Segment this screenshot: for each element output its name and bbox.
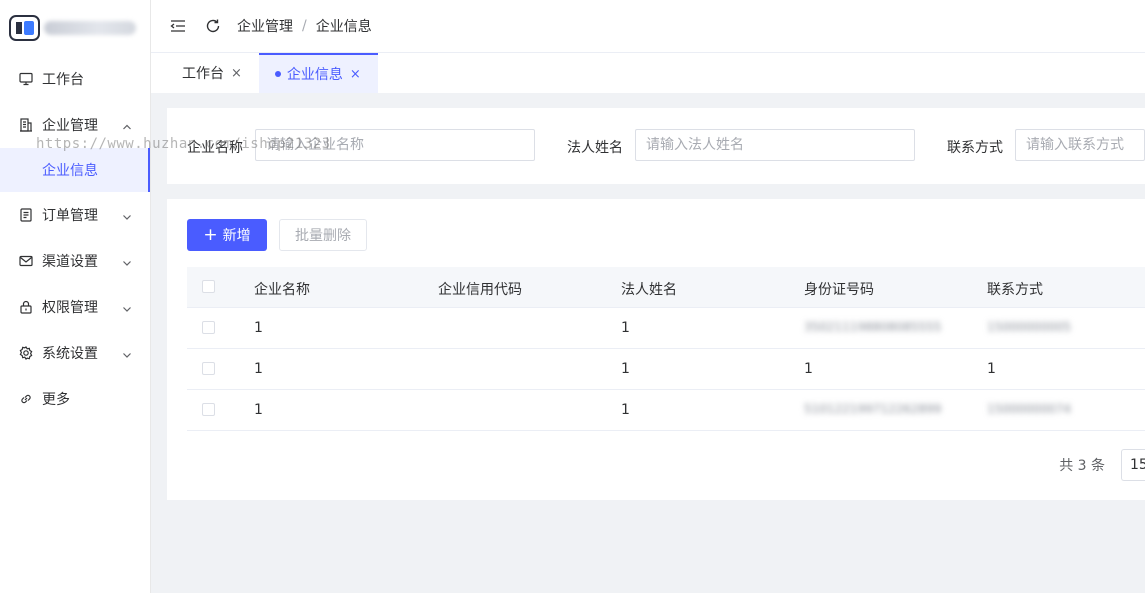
- tab-label: 企业信息: [286, 67, 343, 83]
- contact-input[interactable]: [1015, 129, 1145, 161]
- sidebar-item-system-settings[interactable]: 系统设置: [0, 330, 150, 376]
- refresh-icon[interactable]: [203, 16, 223, 36]
- chevron-down-icon: [122, 210, 132, 220]
- cell-id-number: 350211198808085555: [804, 320, 942, 334]
- breadcrumb: 企业管理 / 企业信息: [237, 16, 372, 36]
- column-header: 身份证号码: [804, 282, 874, 298]
- top-header: 企业管理 / 企业信息: [151, 0, 1145, 53]
- cell-id-number: 510122199712262899: [804, 402, 942, 416]
- chevron-up-icon: [122, 120, 132, 130]
- app-name-blurred: [44, 21, 136, 35]
- sidebar-item-label: 订单管理: [42, 208, 98, 224]
- tab-bar: 工作台 × 企业信息 ×: [151, 53, 1145, 93]
- table-card: + 新增 批量删除 企业名称 企业信用代码 法人姓名 身份证号码 联系方式 1 …: [167, 199, 1145, 500]
- cell-contact: 15000000074: [987, 402, 1071, 416]
- cell-legal-person: 1: [621, 320, 630, 336]
- cell-company-name: 1: [254, 361, 263, 377]
- column-header: 企业名称: [254, 282, 310, 298]
- close-icon[interactable]: ×: [350, 67, 361, 82]
- add-button[interactable]: + 新增: [187, 219, 267, 251]
- company-name-input[interactable]: [255, 129, 535, 161]
- pagination: 共 3 条 15: [1059, 449, 1145, 481]
- table-row: 1 1 350211198808085555 15000000005: [187, 308, 1145, 349]
- cell-contact: 15000000005: [987, 320, 1071, 334]
- table-row: 1 1 510122199712262899 15000000074: [187, 390, 1145, 431]
- select-all-checkbox[interactable]: [202, 280, 215, 293]
- sidebar-item-enterprise-info[interactable]: 企业信息: [0, 148, 150, 192]
- logo[interactable]: [0, 0, 150, 56]
- row-checkbox[interactable]: [202, 362, 215, 375]
- sidebar-item-orders[interactable]: 订单管理: [0, 192, 150, 238]
- document-icon: [18, 207, 34, 223]
- logo-icon: [9, 15, 40, 41]
- sidebar-item-workbench[interactable]: 工作台: [0, 56, 150, 102]
- sidebar-item-label: 权限管理: [42, 300, 98, 316]
- breadcrumb-item[interactable]: 企业管理: [237, 16, 293, 36]
- enterprise-table: 企业名称 企业信用代码 法人姓名 身份证号码 联系方式 1 1 35021119…: [187, 267, 1145, 431]
- monitor-icon: [18, 71, 34, 87]
- gear-icon: [18, 345, 34, 361]
- pagination-total: 共 3 条: [1059, 458, 1105, 474]
- add-button-label: 新增: [222, 228, 251, 244]
- contact-label: 联系方式: [947, 140, 1003, 156]
- column-header: 法人姓名: [621, 282, 677, 298]
- legal-person-label: 法人姓名: [567, 140, 623, 156]
- search-form: 企业名称 法人姓名 联系方式: [167, 108, 1145, 184]
- close-icon[interactable]: ×: [231, 66, 242, 81]
- sidebar-item-enterprise[interactable]: 企业管理: [0, 102, 150, 148]
- menu-fold-icon[interactable]: [168, 16, 188, 36]
- sidebar-item-label: 渠道设置: [42, 254, 98, 270]
- company-name-label: 企业名称: [187, 140, 243, 156]
- legal-person-input[interactable]: [635, 129, 915, 161]
- sidebar-item-label: 更多: [42, 392, 70, 408]
- cell-legal-person: 1: [621, 361, 630, 377]
- cell-contact: 1: [987, 361, 996, 377]
- sidebar-subitem-label: 企业信息: [42, 163, 98, 179]
- sidebar-item-label: 企业管理: [42, 118, 98, 134]
- building-icon: [18, 117, 34, 133]
- cell-legal-person: 1: [621, 402, 630, 418]
- cell-company-name: 1: [254, 320, 263, 336]
- row-checkbox[interactable]: [202, 321, 215, 334]
- sidebar-item-more[interactable]: 更多: [0, 376, 150, 422]
- sidebar: 工作台 企业管理 企业信息 订单管理 渠道设置 权限管理 系统设置 更多: [0, 0, 151, 593]
- breadcrumb-separator: /: [302, 18, 307, 34]
- table-header: 企业名称 企业信用代码 法人姓名 身份证号码 联系方式: [187, 267, 1145, 308]
- sidebar-item-permissions[interactable]: 权限管理: [0, 284, 150, 330]
- chevron-down-icon: [122, 256, 132, 266]
- mail-icon: [18, 253, 34, 269]
- cell-id-number: 1: [804, 361, 813, 377]
- active-dot-icon: [274, 71, 281, 77]
- sidebar-item-channels[interactable]: 渠道设置: [0, 238, 150, 284]
- plus-icon: +: [203, 224, 218, 245]
- lock-icon: [18, 299, 34, 315]
- cell-company-name: 1: [254, 402, 263, 418]
- chevron-down-icon: [122, 348, 132, 358]
- tab-workbench[interactable]: 工作台 ×: [151, 53, 259, 93]
- column-header: 企业信用代码: [438, 282, 522, 298]
- tab-label: 工作台: [182, 66, 224, 82]
- row-checkbox[interactable]: [202, 403, 215, 416]
- batch-delete-button[interactable]: 批量删除: [279, 219, 367, 251]
- sidebar-item-label: 工作台: [42, 72, 84, 88]
- chevron-down-icon: [122, 302, 132, 312]
- page-size-select[interactable]: 15: [1121, 449, 1145, 481]
- column-header: 联系方式: [987, 282, 1043, 298]
- sidebar-item-label: 系统设置: [42, 346, 98, 362]
- table-row: 1 1 1 1: [187, 349, 1145, 390]
- link-icon: [18, 391, 34, 407]
- side-menu: 工作台 企业管理 企业信息 订单管理 渠道设置 权限管理 系统设置 更多: [0, 56, 150, 422]
- tab-enterprise-info[interactable]: 企业信息 ×: [258, 53, 378, 93]
- breadcrumb-item-current: 企业信息: [315, 19, 372, 35]
